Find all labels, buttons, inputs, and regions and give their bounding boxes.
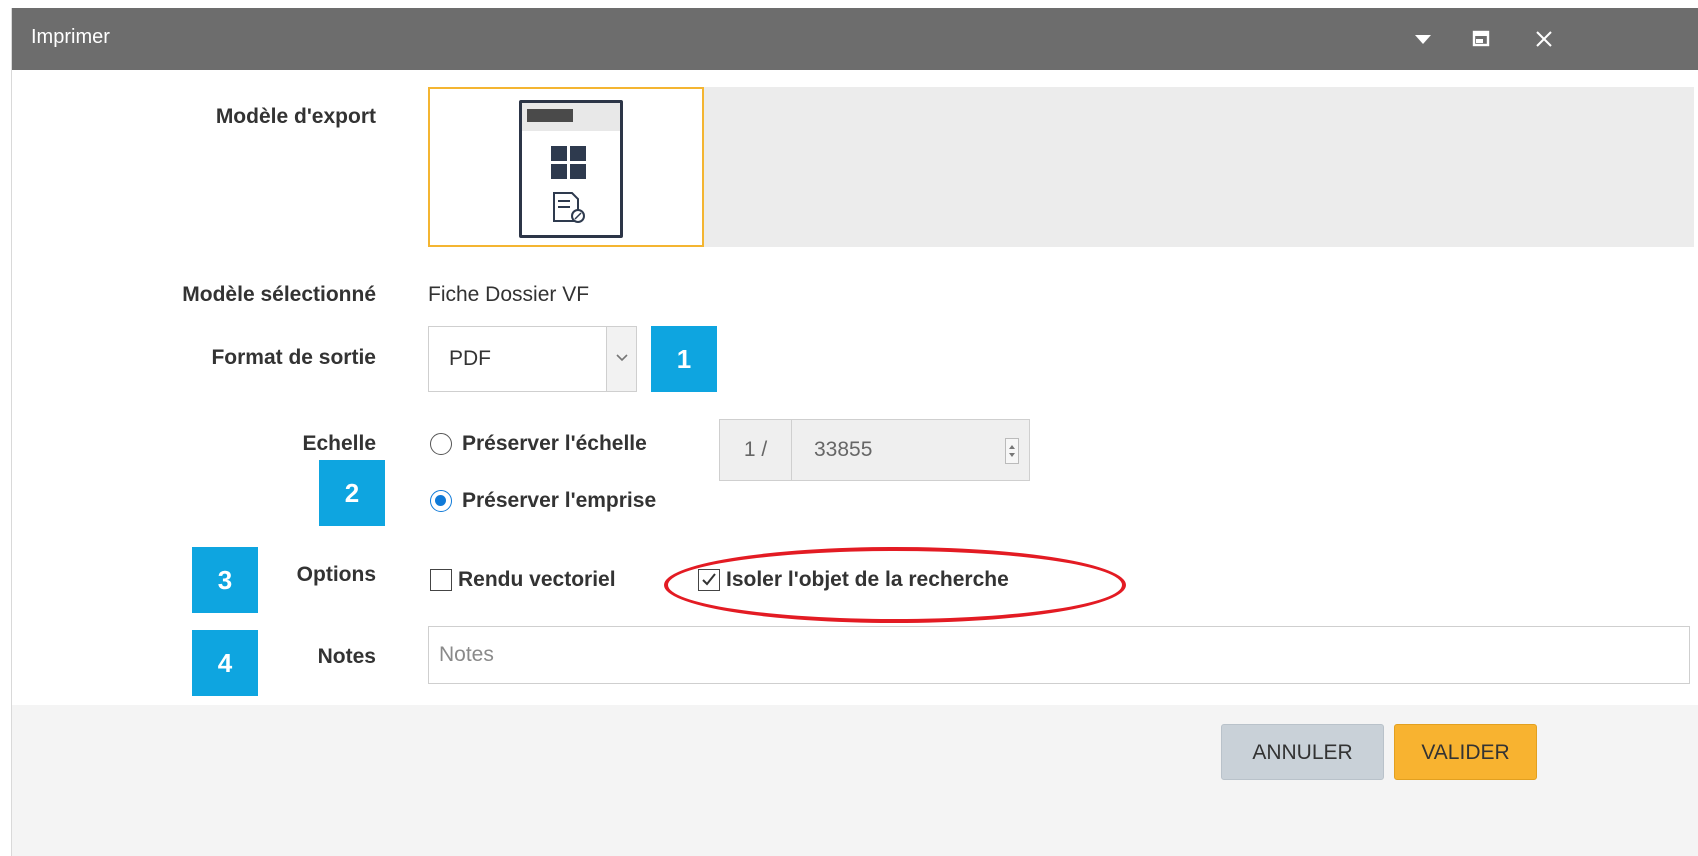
selected-template-label: Modèle sélectionné	[182, 283, 376, 306]
spinner-icon[interactable]	[1005, 438, 1019, 464]
callout-badge-2: 2	[319, 460, 385, 526]
selected-template-value: Fiche Dossier VF	[428, 283, 590, 306]
preserve-extent-radio[interactable]	[430, 490, 452, 512]
template-gallery	[428, 87, 1694, 247]
vector-render-label: Rendu vectoriel	[458, 568, 616, 591]
vector-render-checkbox[interactable]	[430, 569, 452, 591]
scale-prefix: 1 /	[720, 420, 792, 480]
preserve-scale-radio[interactable]	[430, 433, 452, 455]
output-format-label: Format de sortie	[211, 346, 376, 369]
callout-badge-1: 1	[651, 326, 717, 392]
scale-input[interactable]: 1 / 33855	[719, 419, 1030, 481]
preserve-scale-label: Préserver l'échelle	[462, 432, 647, 455]
dropdown-icon[interactable]	[1406, 22, 1440, 56]
close-icon[interactable]	[1527, 22, 1561, 56]
notes-label: Notes	[317, 645, 376, 668]
submit-button[interactable]: VALIDER	[1394, 724, 1537, 780]
template-thumbnail-icon	[519, 100, 623, 238]
export-template-label: Modèle d'export	[215, 105, 376, 128]
callout-badge-3: 3	[192, 547, 258, 613]
preserve-extent-option[interactable]: Préserver l'emprise	[430, 489, 656, 513]
isolate-object-label: Isoler l'objet de la recherche	[726, 568, 1009, 591]
vector-render-option[interactable]: Rendu vectoriel	[430, 568, 616, 592]
print-dialog: Imprimer Modèle d'export Modèle sélectio…	[11, 8, 1698, 856]
output-format-value: PDF	[449, 347, 491, 370]
callout-badge-4: 4	[192, 630, 258, 696]
restore-icon[interactable]	[1464, 22, 1498, 56]
cancel-button[interactable]: ANNULER	[1221, 724, 1384, 780]
isolate-object-checkbox[interactable]	[698, 569, 720, 591]
scale-value: 33855	[814, 438, 873, 461]
preserve-extent-label: Préserver l'emprise	[462, 489, 657, 512]
notes-input[interactable]	[428, 626, 1690, 684]
isolate-object-option[interactable]: Isoler l'objet de la recherche	[698, 568, 1009, 592]
preserve-scale-option[interactable]: Préserver l'échelle	[430, 432, 647, 456]
chevron-down-icon[interactable]	[606, 327, 636, 391]
options-label: Options	[296, 563, 376, 586]
title-bar: Imprimer	[12, 8, 1698, 70]
output-format-select[interactable]: PDF	[428, 326, 637, 392]
scale-label: Echelle	[302, 432, 376, 455]
dialog-title: Imprimer	[31, 26, 110, 48]
template-card-selected[interactable]	[428, 87, 704, 247]
